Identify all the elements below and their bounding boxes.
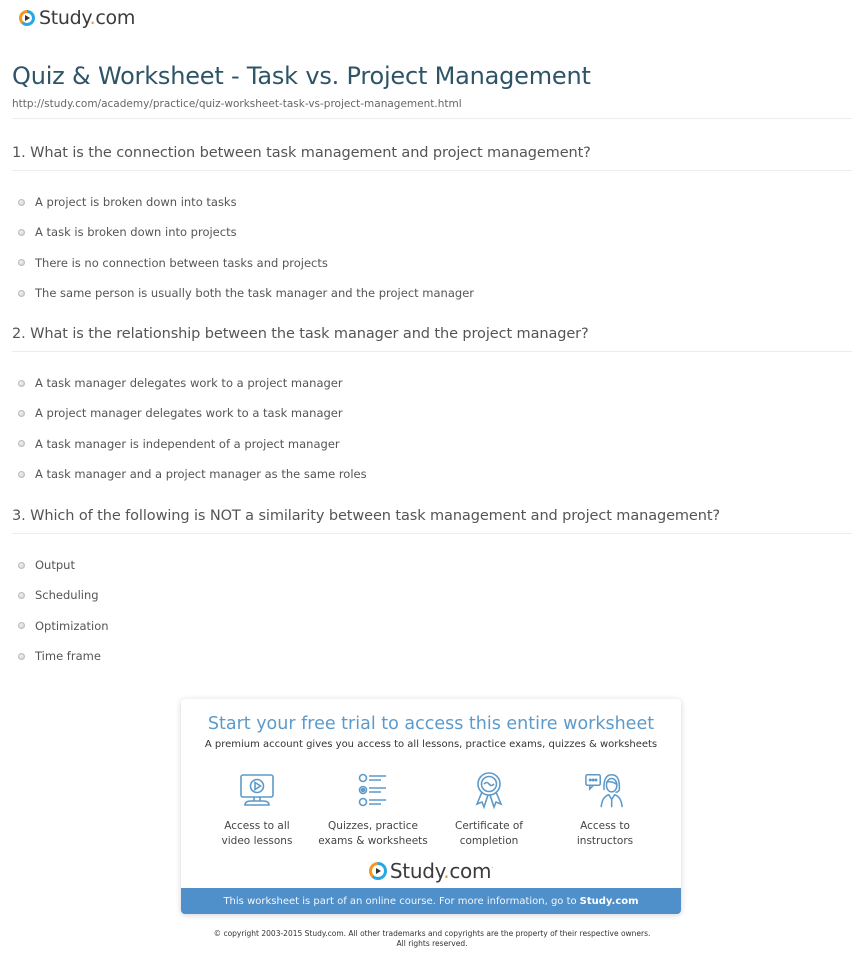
- quiz-list-icon: [352, 769, 394, 811]
- video-monitor-icon: [236, 769, 278, 811]
- choice-label: A task manager delegates work to a proje…: [35, 376, 343, 391]
- feature-label: Access to all video lessons: [221, 820, 293, 847]
- choice-item[interactable]: The same person is usually both the task…: [12, 278, 852, 308]
- choice-label: Optimization: [35, 618, 109, 633]
- choice-label: Time frame: [35, 649, 101, 664]
- logo-wordmark: Study.com: [39, 7, 136, 29]
- question-divider: [12, 351, 852, 352]
- choice-item[interactable]: A task manager and a project manager as …: [12, 459, 852, 489]
- feature-instructors: Access to instructors: [547, 769, 663, 849]
- choice-item[interactable]: Output: [12, 550, 852, 580]
- choice-item[interactable]: A task is broken down into projects: [12, 217, 852, 247]
- copyright-line: © copyright 2003-2015 Study.com. All oth…: [213, 929, 651, 938]
- choice-list: A project is broken down into tasks A ta…: [12, 187, 852, 308]
- choice-label: There is no connection between tasks and…: [35, 255, 328, 270]
- choice-item[interactable]: There is no connection between tasks and…: [12, 248, 852, 278]
- trademark-mark: ·: [491, 865, 494, 872]
- choice-list: A task manager delegates work to a proje…: [12, 368, 852, 489]
- choice-item[interactable]: Time frame: [12, 641, 852, 671]
- instructor-chat-icon: [584, 769, 626, 811]
- radio-button[interactable]: [18, 591, 25, 599]
- choice-label: A project manager delegates work to a ta…: [35, 406, 343, 421]
- question-text: 1. What is the connection between task m…: [12, 145, 591, 161]
- course-info-text: This worksheet is part of an online cour…: [223, 895, 577, 907]
- header-divider: [12, 118, 852, 119]
- question-divider: [12, 533, 852, 534]
- question-2: 2. What is the relationship between the …: [12, 326, 852, 489]
- copyright-notice: © copyright 2003-2015 Study.com. All oth…: [0, 929, 864, 949]
- radio-button[interactable]: [18, 440, 25, 448]
- question-1: 1. What is the connection between task m…: [12, 145, 852, 308]
- choice-item[interactable]: A task manager is independent of a proje…: [12, 429, 852, 459]
- study-link[interactable]: Study.com: [580, 896, 639, 907]
- promo-subtitle: A premium account gives you access to al…: [204, 739, 658, 750]
- question-3: 3. Which of the following is NOT a simil…: [12, 508, 852, 671]
- study-logo[interactable]: Study.com: [19, 7, 135, 29]
- radio-button[interactable]: [18, 409, 25, 417]
- choice-item[interactable]: A project manager delegates work to a ta…: [12, 398, 852, 428]
- feature-label: Access to instructors: [576, 820, 634, 847]
- feature-label: Certificate of completion: [455, 820, 523, 847]
- radio-button[interactable]: [18, 379, 25, 387]
- choice-item[interactable]: A project is broken down into tasks: [12, 187, 852, 217]
- feature-label: Quizzes, practice exams & worksheets: [318, 820, 428, 847]
- page-title: Quiz & Worksheet - Task vs. Project Mana…: [12, 62, 591, 90]
- choice-item[interactable]: Scheduling: [12, 580, 852, 610]
- logo-wordmark: Study.com: [389, 859, 492, 883]
- free-trial-promo: Start your free trial to access this ent…: [181, 699, 681, 914]
- feature-list: Access to all video lessons Quizzes, prac…: [199, 769, 663, 849]
- question-text: 3. Which of the following is NOT a simil…: [12, 508, 721, 524]
- feature-quizzes: Quizzes, practice exams & worksheets: [315, 769, 431, 849]
- study-logo[interactable]: Study.com ·: [181, 859, 681, 883]
- choice-label: Scheduling: [35, 588, 99, 603]
- promo-title[interactable]: Start your free trial to access this ent…: [181, 714, 681, 734]
- feature-certificate: Certificate of completion: [431, 769, 547, 849]
- feature-video-lessons: Access to all video lessons: [199, 769, 315, 849]
- choice-label: A task manager is independent of a proje…: [35, 436, 340, 451]
- radio-button[interactable]: [18, 259, 25, 267]
- radio-button[interactable]: [18, 289, 25, 297]
- play-circle-icon: [368, 862, 387, 880]
- choice-label: Output: [35, 558, 75, 573]
- choice-label: The same person is usually both the task…: [35, 286, 474, 301]
- radio-button[interactable]: [18, 561, 25, 569]
- certificate-ribbon-icon: [468, 769, 510, 811]
- choice-item[interactable]: A task manager delegates work to a proje…: [12, 368, 852, 398]
- page-url: http://study.com/academy/practice/quiz-w…: [12, 98, 462, 110]
- course-info-bar: This worksheet is part of an online cour…: [181, 888, 681, 914]
- choice-label: A task manager and a project manager as …: [35, 467, 367, 482]
- radio-button[interactable]: [18, 228, 25, 236]
- play-circle-icon: [19, 10, 35, 26]
- choice-list: Output Scheduling Optimization Time fram…: [12, 550, 852, 671]
- choice-label: A task is broken down into projects: [35, 225, 237, 240]
- question-text: 2. What is the relationship between the …: [12, 326, 589, 342]
- choice-label: A project is broken down into tasks: [35, 195, 237, 210]
- question-divider: [12, 170, 852, 171]
- radio-button[interactable]: [18, 622, 25, 630]
- radio-button[interactable]: [18, 652, 25, 660]
- choice-item[interactable]: Optimization: [12, 611, 852, 641]
- copyright-line: All rights reserved.: [396, 939, 468, 948]
- radio-button[interactable]: [18, 470, 25, 478]
- radio-button[interactable]: [18, 198, 25, 206]
